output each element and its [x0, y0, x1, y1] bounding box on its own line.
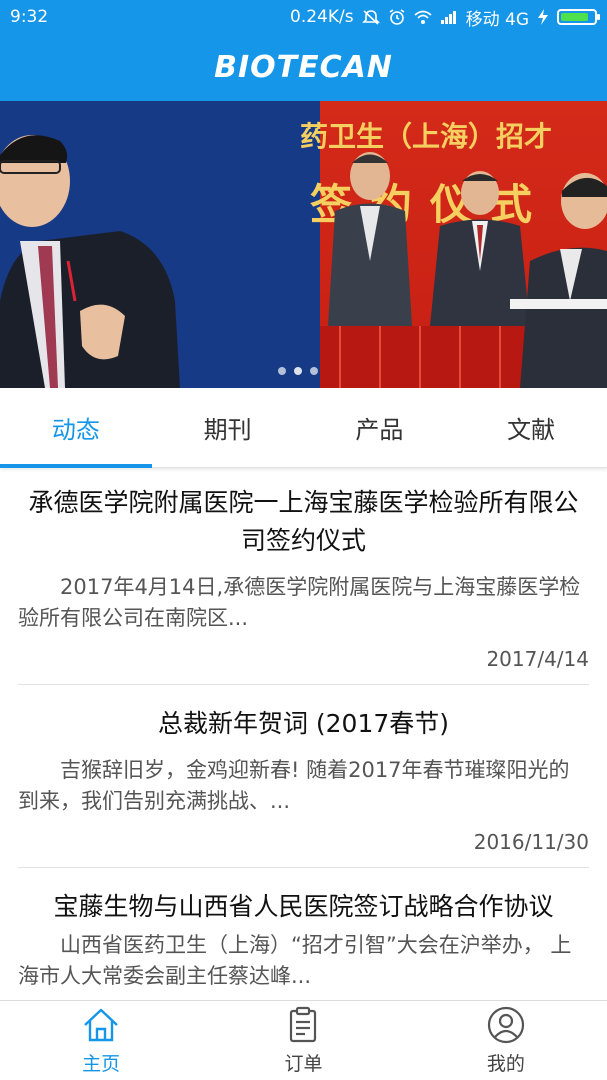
carrier-label: 移动 4G	[465, 9, 529, 30]
news-excerpt: 吉猴辞旧岁，金鸡迎新春! 随着2017年春节璀璨阳光的到来，我们告别充满挑战、.…	[18, 758, 570, 813]
news-excerpt: 山西省医药卫生（上海）“招才引智”大会在沪举办， 上海市人大常委会副主任蔡达峰.…	[18, 933, 572, 988]
nav-home[interactable]: 主页	[0, 1001, 202, 1080]
nav-orders-label: 订单	[284, 1053, 323, 1075]
battery-icon	[557, 9, 600, 25]
mute-icon	[361, 9, 380, 25]
user-icon	[487, 1006, 524, 1044]
speaker-photo	[0, 101, 320, 388]
tab-literature[interactable]: 文献	[455, 388, 607, 467]
news-date: 2017/4/14	[486, 647, 589, 671]
app-header: BIOTECAN	[0, 34, 607, 101]
bottom-nav: 主页 订单 我的	[0, 1000, 607, 1080]
nav-profile-label: 我的	[486, 1053, 525, 1075]
nav-orders[interactable]: 订单	[202, 1001, 404, 1080]
carousel-dot[interactable]	[310, 367, 318, 375]
list-item[interactable]: 宝藤生物与山西省人民医院签订战略合作协议 山西省医药卫生（上海）“招才引智”大会…	[0, 868, 607, 992]
tab-journals[interactable]: 期刊	[152, 388, 304, 467]
news-list: 承德医学院附属医院一上海宝藤医学检验所有限公司签约仪式 2017年4月14日,承…	[0, 470, 607, 1000]
category-tabs: 动态 期刊 产品 文献	[0, 388, 607, 468]
network-speed: 0.24K/s	[290, 7, 354, 27]
ceremony-photo	[320, 152, 607, 388]
home-icon	[84, 1008, 118, 1042]
wifi-icon	[414, 9, 432, 25]
charging-icon	[537, 9, 549, 25]
carousel-dots	[278, 367, 318, 375]
list-item[interactable]: 承德医学院附属医院一上海宝藤医学检验所有限公司签约仪式 2017年4月14日,承…	[0, 470, 607, 674]
news-title: 总裁新年贺词 (2017春节)	[157, 709, 450, 738]
alarm-icon	[388, 9, 406, 25]
banner-slide-ceremony[interactable]: 药卫生（上海）招才 签约仪式	[278, 101, 607, 388]
news-title: 承德医学院附属医院一上海宝藤医学检验所有限公司签约仪式	[28, 488, 579, 555]
news-date: 2016/11/30	[473, 830, 589, 854]
carousel-dot-active[interactable]	[294, 367, 302, 375]
clipboard-icon	[290, 1006, 317, 1043]
banner-carousel[interactable]: 药卫生（上海）招才 签约仪式	[0, 101, 607, 388]
status-icons: 0.24K/s 移动 4G	[290, 5, 600, 30]
app-logo: BIOTECAN	[214, 50, 393, 85]
banner-slide-speaker[interactable]	[0, 101, 320, 388]
nav-home-label: 主页	[82, 1053, 121, 1075]
news-excerpt: 2017年4月14日,承德医学院附属医院与上海宝藤医学检验所有限公司在南院区..…	[18, 575, 581, 630]
tab-products[interactable]: 产品	[304, 388, 456, 467]
tab-news[interactable]: 动态	[0, 388, 152, 468]
carousel-dot[interactable]	[278, 367, 286, 375]
signal-icon	[440, 9, 458, 25]
news-title: 宝藤生物与山西省人民医院签订战略合作协议	[53, 892, 554, 921]
status-time: 9:32	[10, 7, 49, 27]
status-bar: 9:32 0.24K/s 移动 4G	[0, 0, 607, 34]
nav-profile[interactable]: 我的	[405, 1001, 607, 1080]
list-item[interactable]: 总裁新年贺词 (2017春节) 吉猴辞旧岁，金鸡迎新春! 随着2017年春节璀璨…	[0, 685, 607, 857]
